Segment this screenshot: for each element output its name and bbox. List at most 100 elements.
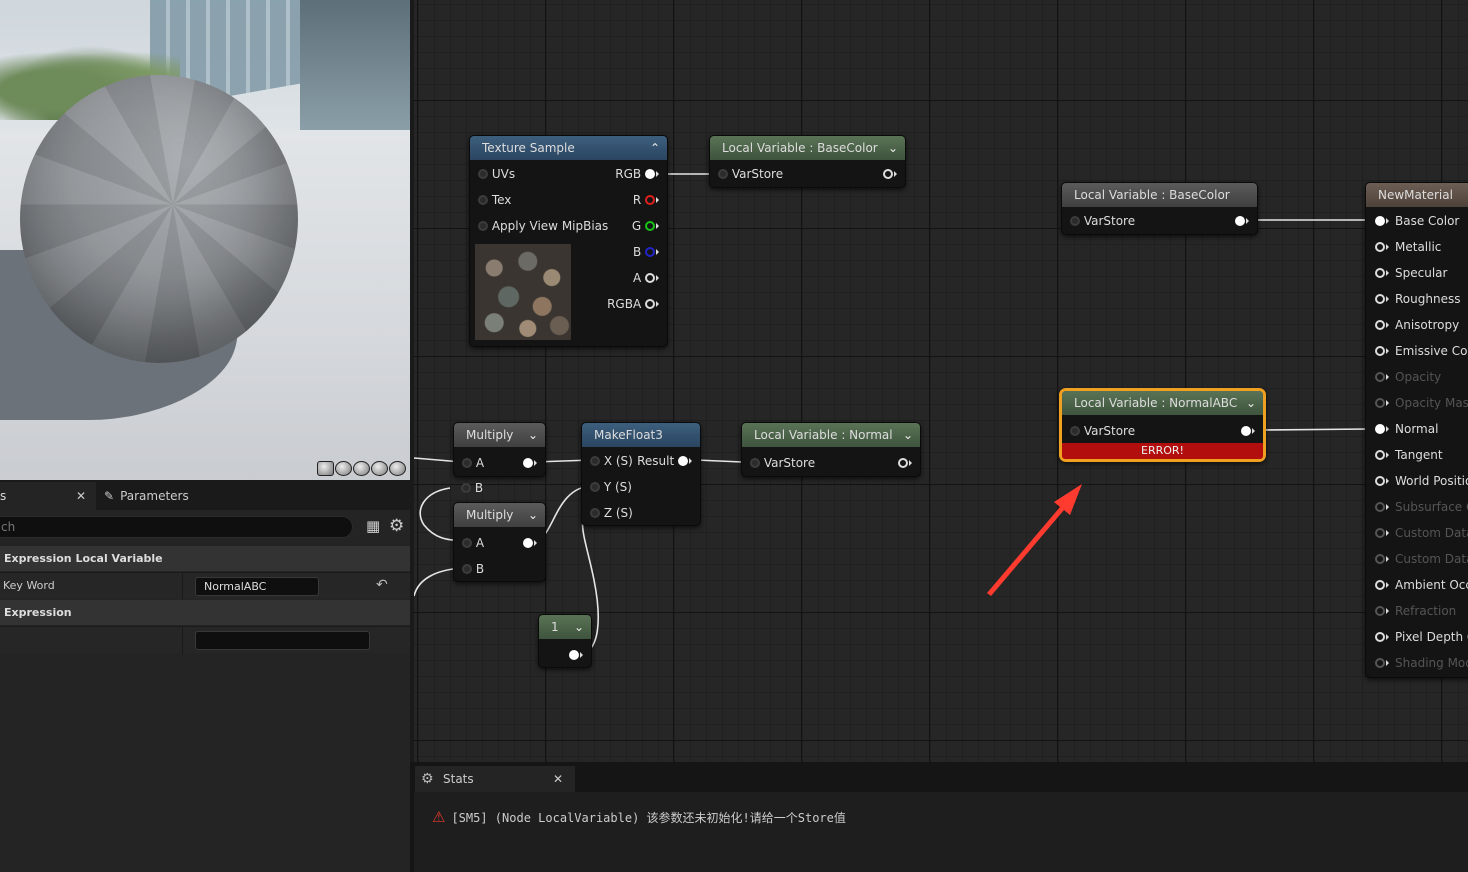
sphere-icon[interactable] bbox=[335, 461, 352, 476]
material-pin[interactable]: Opacity Mask bbox=[1375, 395, 1468, 411]
pin-dot[interactable] bbox=[590, 456, 600, 466]
tab-details[interactable]: s ✕ bbox=[0, 482, 96, 510]
tab-stats[interactable]: ⚙ Stats ✕ bbox=[415, 766, 575, 792]
pin-dot[interactable] bbox=[1375, 476, 1385, 486]
gear-icon[interactable]: ⚙ bbox=[389, 517, 404, 535]
cube-icon[interactable] bbox=[371, 461, 388, 476]
chevron-down-icon[interactable]: ⌄ bbox=[903, 423, 913, 447]
pin-dot[interactable] bbox=[462, 564, 472, 574]
pin-g[interactable]: G bbox=[632, 218, 659, 234]
pin-output[interactable] bbox=[523, 535, 537, 551]
material-pin[interactable]: Opacity bbox=[1375, 369, 1441, 385]
pin-input[interactable]: VarStore bbox=[718, 166, 783, 182]
pin-r[interactable]: R bbox=[633, 192, 659, 208]
cylinder-icon[interactable] bbox=[317, 461, 334, 476]
pin-dot[interactable] bbox=[898, 458, 908, 468]
chevron-down-icon[interactable]: ⌄ bbox=[528, 503, 538, 527]
pin-output[interactable] bbox=[523, 455, 537, 471]
node-local-variable-basecolor-store[interactable]: Local Variable : BaseColor ⌄ VarStore bbox=[709, 135, 906, 188]
teapot-icon[interactable] bbox=[389, 461, 406, 476]
pin-dot[interactable] bbox=[478, 221, 488, 231]
preview-viewport[interactable] bbox=[0, 0, 410, 480]
material-graph[interactable]: Texture Sample ⌃ UVs Tex Apply View MipBi… bbox=[410, 0, 1468, 762]
pin-dot[interactable] bbox=[645, 195, 655, 205]
pin-dot[interactable] bbox=[462, 538, 472, 548]
pin-dot[interactable] bbox=[1375, 450, 1385, 460]
pin-input[interactable]: VarStore bbox=[750, 455, 815, 471]
pin-dot[interactable] bbox=[1070, 216, 1080, 226]
table-view-icon[interactable]: ▦ bbox=[366, 519, 381, 534]
pin-output[interactable] bbox=[883, 166, 897, 182]
pin-dot[interactable] bbox=[1070, 426, 1080, 436]
node-header[interactable]: 1 ⌄ bbox=[539, 615, 591, 639]
pin-dot[interactable] bbox=[478, 195, 488, 205]
pin-dot[interactable] bbox=[1375, 346, 1385, 356]
pin-dot[interactable] bbox=[1375, 424, 1385, 434]
pin-rgba[interactable]: RGBA bbox=[607, 296, 659, 312]
pin-dot[interactable] bbox=[1241, 426, 1251, 436]
material-pin[interactable]: Anisotropy bbox=[1375, 317, 1459, 333]
pin-dot[interactable] bbox=[645, 273, 655, 283]
column-divider[interactable] bbox=[182, 627, 183, 654]
desc-field[interactable] bbox=[195, 631, 370, 650]
pin-mipbias[interactable]: Apply View MipBias bbox=[478, 218, 608, 234]
material-pin[interactable]: World Position bbox=[1375, 473, 1468, 489]
chevron-down-icon[interactable]: ⌄ bbox=[1246, 391, 1256, 415]
material-pin[interactable]: Normal bbox=[1375, 421, 1438, 437]
pin-dot[interactable] bbox=[590, 482, 600, 492]
node-header[interactable]: MakeFloat3 bbox=[582, 423, 700, 447]
column-divider[interactable] bbox=[182, 573, 183, 600]
pin-dot[interactable] bbox=[1375, 320, 1385, 330]
pin-dot[interactable] bbox=[883, 169, 893, 179]
chevron-down-icon[interactable]: ⌄ bbox=[574, 615, 584, 639]
pin-a[interactable]: A bbox=[633, 270, 659, 286]
node-header[interactable]: Local Variable : BaseColor bbox=[1062, 183, 1257, 207]
node-header[interactable]: Local Variable : Normal ⌄ bbox=[742, 423, 920, 447]
node-header[interactable]: Local Variable : NormalABC ⌄ bbox=[1062, 391, 1263, 415]
pin-output[interactable] bbox=[1235, 213, 1249, 229]
node-header[interactable]: Texture Sample ⌃ bbox=[470, 136, 667, 160]
close-icon[interactable]: ✕ bbox=[553, 766, 563, 792]
pin-dot[interactable] bbox=[1375, 372, 1385, 382]
category-expression[interactable]: Expression bbox=[0, 600, 410, 625]
pin-dot[interactable] bbox=[1375, 398, 1385, 408]
tab-parameters[interactable]: ✎ Parameters bbox=[104, 482, 189, 510]
chevron-up-icon[interactable]: ⌃ bbox=[650, 136, 660, 160]
pin-dot[interactable] bbox=[1375, 658, 1385, 668]
pin-dot[interactable] bbox=[1375, 528, 1385, 538]
material-pin[interactable]: Emissive Colo bbox=[1375, 343, 1468, 359]
pin-dot[interactable] bbox=[1375, 502, 1385, 512]
pin-tex[interactable]: Tex bbox=[478, 192, 511, 208]
search-input[interactable]: ch bbox=[0, 516, 353, 538]
material-pin[interactable]: Tangent bbox=[1375, 447, 1443, 463]
pin-dot[interactable] bbox=[645, 247, 655, 257]
material-pin[interactable]: Specular bbox=[1375, 265, 1447, 281]
pin-input[interactable]: VarStore bbox=[1070, 213, 1135, 229]
plane-icon[interactable] bbox=[353, 461, 370, 476]
pin-dot[interactable] bbox=[1235, 216, 1245, 226]
node-multiply-2[interactable]: Multiply ⌄ A B bbox=[453, 502, 546, 582]
node-texture-sample[interactable]: Texture Sample ⌃ UVs Tex Apply View MipBi… bbox=[469, 135, 668, 347]
reset-arrow-icon[interactable]: ↶ bbox=[376, 577, 388, 593]
pin-dot[interactable] bbox=[645, 169, 655, 179]
pin-dot[interactable] bbox=[1375, 632, 1385, 642]
pin-dot[interactable] bbox=[678, 456, 688, 466]
node-local-variable-basecolor[interactable]: Local Variable : BaseColor VarStore bbox=[1061, 182, 1258, 235]
key-word-field[interactable]: NormalABC bbox=[195, 577, 319, 596]
material-pin[interactable]: Metallic bbox=[1375, 239, 1441, 255]
pin-dot[interactable] bbox=[1375, 268, 1385, 278]
node-local-variable-normalabc[interactable]: Local Variable : NormalABC ⌄ VarStore ERR… bbox=[1059, 388, 1266, 462]
pin-dot[interactable] bbox=[645, 299, 655, 309]
node-new-material[interactable]: NewMaterial Base Color Metallic Specular Ro… bbox=[1365, 182, 1468, 678]
node-header[interactable]: Multiply ⌄ bbox=[454, 423, 545, 447]
material-pin[interactable]: Roughness bbox=[1375, 291, 1460, 307]
pin-z[interactable]: Z (S) bbox=[590, 505, 633, 521]
material-pin[interactable]: Ambient Occlu bbox=[1375, 577, 1468, 593]
pin-b[interactable]: B bbox=[462, 561, 484, 577]
material-pin[interactable]: Custom Data bbox=[1375, 551, 1468, 567]
pin-a[interactable]: A bbox=[462, 455, 484, 471]
pin-dot[interactable] bbox=[750, 458, 760, 468]
material-pin[interactable]: Refraction bbox=[1375, 603, 1456, 619]
category-expression-local-variable[interactable]: Expression Local Variable bbox=[0, 546, 410, 571]
material-pin[interactable]: Custom Data bbox=[1375, 525, 1468, 541]
